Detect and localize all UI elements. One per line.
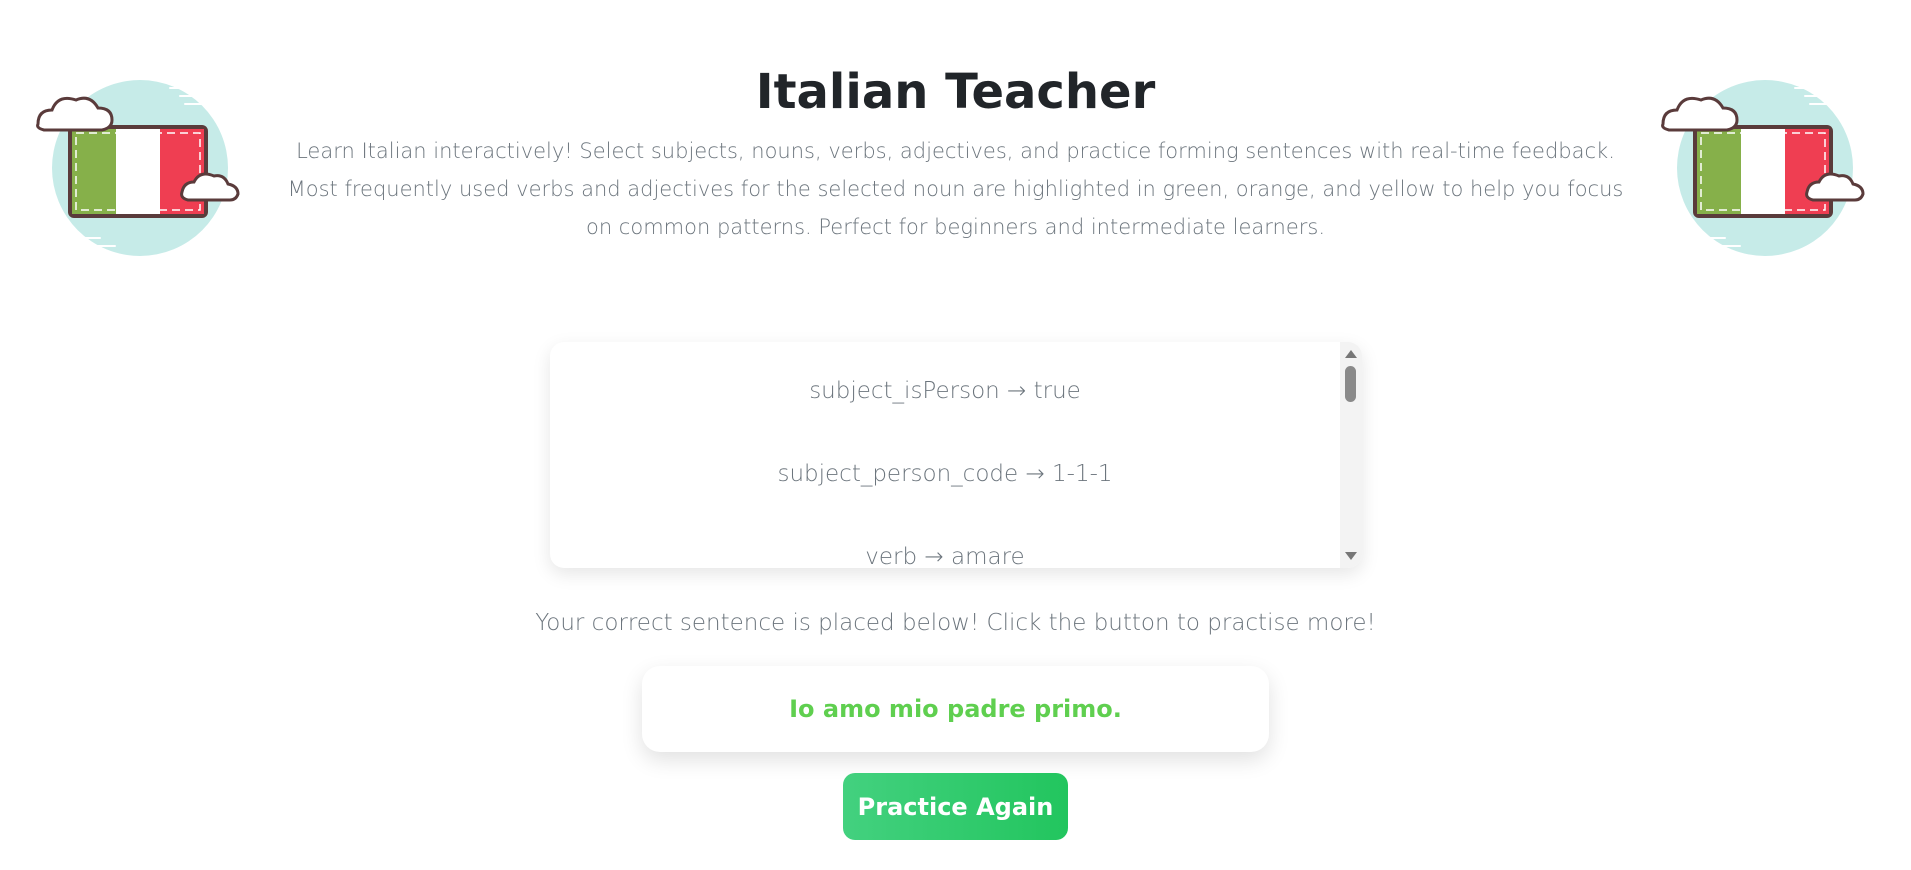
- log-scrollbar[interactable]: [1340, 342, 1362, 568]
- selection-log-list: subject_isPerson → true subject_person_c…: [550, 342, 1340, 568]
- page: Italian Teacher Learn Italian interactiv…: [0, 0, 1911, 870]
- page-description: Learn Italian interactively! Select subj…: [287, 139, 1624, 239]
- selection-log-panel[interactable]: subject_isPerson → true subject_person_c…: [550, 342, 1362, 568]
- result-info-text: Your correct sentence is placed below! C…: [535, 610, 1376, 636]
- correct-sentence: Io amo mio padre primo.: [789, 695, 1122, 723]
- sentence-result-box: Io amo mio padre primo.: [642, 666, 1269, 752]
- practice-again-button[interactable]: Practice Again: [843, 773, 1068, 840]
- scroll-up-icon[interactable]: [1345, 350, 1357, 358]
- scroll-down-icon[interactable]: [1345, 552, 1357, 560]
- log-item: subject_person_code → 1-1-1: [777, 461, 1113, 487]
- page-title: Italian Teacher: [755, 64, 1156, 120]
- log-item: verb → amare: [865, 544, 1025, 568]
- log-item: subject_isPerson → true: [809, 378, 1081, 404]
- scroll-thumb[interactable]: [1345, 366, 1356, 402]
- header: Italian Teacher Learn Italian interactiv…: [0, 60, 1911, 246]
